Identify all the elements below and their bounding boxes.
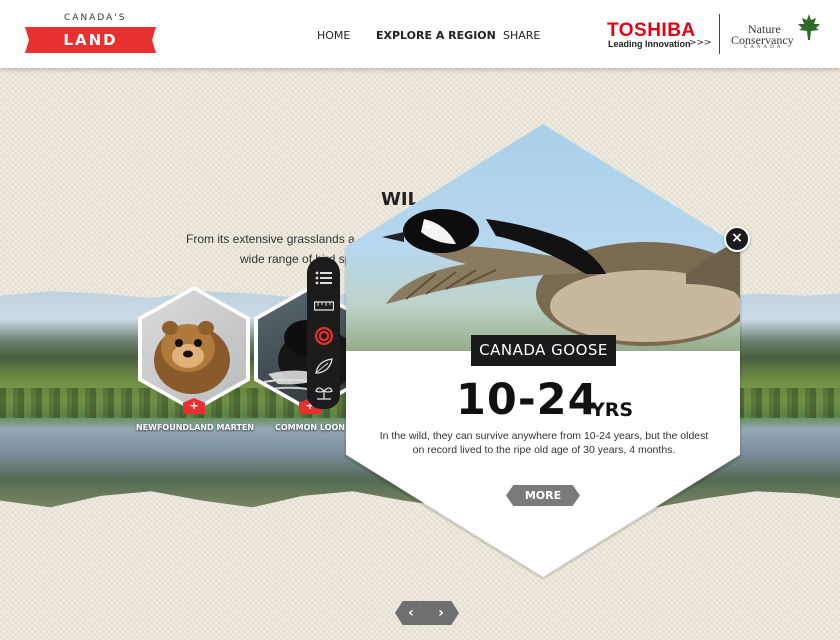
lifespan-value: 10-24 [456,375,599,425]
partner-logo-line3: CANADA [744,45,784,50]
site-logo[interactable]: LAND WATCH [25,27,156,53]
leaf-icon[interactable] [312,355,336,377]
species-name-tag: CANADA GOOSE [471,335,616,366]
nav-explore-region[interactable]: EXPLORE A REGION [376,29,496,42]
ruler-icon[interactable] [312,295,336,317]
lifespan-unit: YRS [591,399,634,421]
site-header: CANADA'S LAND WATCH HOME EXPLORE A REGIO… [0,0,840,68]
section-intro-line1: From its extensive grasslands a [186,232,355,246]
marten-photo [154,321,230,394]
species-description: In the wild, they can survive anywhere f… [379,430,709,456]
nav-home[interactable]: HOME [317,29,350,42]
maple-leaf-icon [798,14,820,40]
goose-illustration [382,209,740,346]
prev-button[interactable]: ‹ [397,601,425,625]
sprout-icon[interactable] [312,381,336,403]
logo-tagline: CANADA'S [64,13,127,23]
goose-photo [346,124,740,351]
list-icon[interactable] [312,267,336,289]
sponsor-arrows: >>> [689,38,712,48]
sponsor-tagline: Leading Innovation [608,39,691,49]
nav-share[interactable]: SHARE [503,29,540,42]
more-button[interactable]: MORE [506,485,580,506]
header-divider [719,14,720,54]
target-icon[interactable] [312,325,336,347]
next-button[interactable]: › [427,601,455,625]
close-button[interactable]: × [724,226,750,252]
tool-sidebar [307,257,340,409]
